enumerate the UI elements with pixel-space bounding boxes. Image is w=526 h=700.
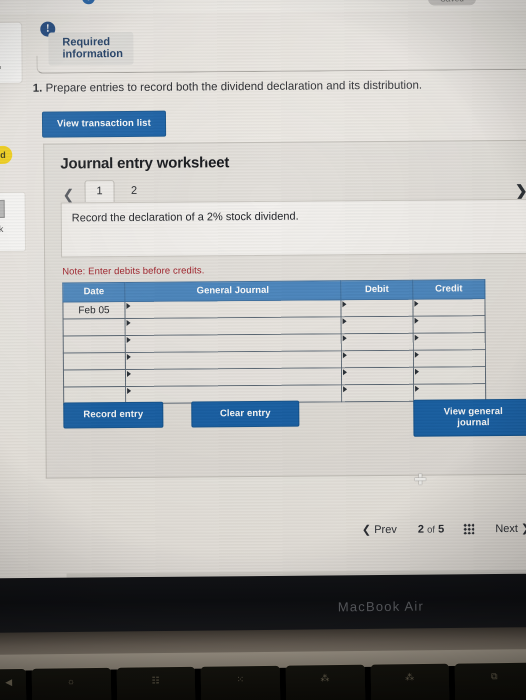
sidebar-card-top[interactable] bbox=[0, 21, 23, 85]
journal-entry-worksheet-panel: Journal entry worksheet ❮ ❯ 1 2 Record t… bbox=[43, 139, 526, 479]
cell-credit[interactable] bbox=[413, 332, 486, 351]
cell-date[interactable]: Feb 05 bbox=[62, 301, 126, 319]
sidebar-ebook-label: ok bbox=[0, 223, 4, 235]
cell-debit[interactable] bbox=[341, 316, 414, 334]
keyboard-brightness-up-icon: ⁂ bbox=[405, 672, 415, 683]
question-number: 1. bbox=[32, 82, 43, 95]
keyboard-brightness-down-icon: ⁂ bbox=[320, 673, 331, 684]
mission-control-key[interactable]: ☷ bbox=[116, 666, 196, 700]
back-key-glyph: ◀ bbox=[5, 677, 13, 688]
page-total: 5 bbox=[438, 522, 445, 536]
keyboard-brightness-down-key[interactable]: ⁂ bbox=[285, 664, 365, 700]
laptop-display: Homework i Saved ) ed ok ! Required info… bbox=[0, 0, 526, 580]
cell-debit[interactable] bbox=[341, 350, 414, 368]
cell-date[interactable] bbox=[63, 352, 126, 370]
worksheet-prev-chevron-icon[interactable]: ❮ bbox=[63, 186, 75, 203]
view-general-journal-button[interactable]: View general journal bbox=[413, 398, 526, 437]
cell-credit[interactable] bbox=[413, 315, 486, 334]
cell-general-journal[interactable] bbox=[124, 299, 342, 319]
sidebar-status-badge: ed bbox=[0, 145, 12, 165]
macbook-brand-label: MacBook Air bbox=[337, 598, 425, 615]
next-label: Next bbox=[495, 522, 518, 536]
brightness-up-key[interactable]: ☼ bbox=[31, 667, 111, 700]
cell-date[interactable] bbox=[63, 335, 126, 353]
main-content: ! Required information 1. Prepare entrie… bbox=[28, 10, 526, 580]
prev-label: Prev bbox=[374, 523, 397, 537]
media-previous-key[interactable]: ⧉ bbox=[455, 662, 526, 700]
cell-general-journal[interactable] bbox=[125, 316, 342, 336]
cell-debit[interactable] bbox=[341, 367, 414, 385]
left-sidebar-rail: ) ed ok bbox=[0, 14, 33, 580]
sidebar-dash bbox=[0, 65, 1, 70]
page-of-label: of bbox=[427, 524, 436, 536]
worksheet-title: Journal entry worksheet bbox=[60, 154, 230, 173]
chevron-left-icon: ❮ bbox=[361, 524, 372, 537]
page-current: 2 bbox=[417, 523, 425, 536]
cell-debit[interactable] bbox=[341, 333, 414, 351]
saved-status-badge: Saved bbox=[428, 0, 477, 6]
launchpad-icon: ⁙ bbox=[236, 674, 245, 685]
cell-credit[interactable] bbox=[412, 298, 486, 317]
homework-title: Homework bbox=[6, 0, 73, 1]
column-header-general-journal: General Journal bbox=[124, 280, 341, 302]
question-body: Prepare entries to record both the divid… bbox=[45, 79, 423, 95]
debits-before-credits-note: Note: Enter debits before credits. bbox=[62, 265, 205, 278]
media-previous-icon: ⧉ bbox=[491, 671, 499, 682]
page-counter: 2 of 5 bbox=[418, 523, 444, 535]
worksheet-tabstrip: 1 2 bbox=[84, 180, 149, 203]
info-circle-icon[interactable]: i bbox=[81, 0, 96, 5]
record-entry-button[interactable]: Record entry bbox=[63, 401, 164, 429]
keyboard-function-row: ◀ ☼ ☷ ⁙ ⁂ ⁂ ⧉ bbox=[0, 662, 526, 700]
mouse-crosshair-cursor bbox=[415, 474, 426, 485]
question-text: 1. Prepare entries to record both the di… bbox=[33, 78, 526, 97]
column-header-debit: Debit bbox=[340, 280, 413, 300]
cell-date[interactable] bbox=[63, 369, 126, 387]
next-button[interactable]: Next ❯ bbox=[495, 522, 526, 535]
cell-credit[interactable] bbox=[413, 366, 486, 385]
cell-credit[interactable] bbox=[413, 349, 486, 368]
worksheet-next-chevron-icon[interactable]: ❯ bbox=[515, 182, 526, 200]
view-transaction-list-button[interactable]: View transaction list bbox=[41, 110, 166, 138]
mission-control-icon: ☷ bbox=[151, 675, 161, 686]
clear-entry-button[interactable]: Clear entry bbox=[191, 400, 300, 428]
panel-divider bbox=[36, 51, 526, 74]
cell-date[interactable] bbox=[63, 318, 126, 336]
brightness-icon: ☼ bbox=[66, 676, 76, 687]
column-header-date: Date bbox=[62, 282, 125, 302]
keyboard-brightness-up-key[interactable]: ⁂ bbox=[370, 663, 450, 700]
worksheet-tab-1[interactable]: 1 bbox=[84, 180, 115, 203]
launchpad-key[interactable]: ⁙ bbox=[201, 665, 281, 700]
screen-speck bbox=[204, 159, 207, 162]
ebook-icon[interactable] bbox=[0, 199, 5, 218]
journal-entry-table: Date General Journal Debit Credit Feb 05 bbox=[62, 279, 487, 405]
worksheet-tab-2[interactable]: 2 bbox=[119, 181, 149, 202]
cell-general-journal[interactable] bbox=[125, 350, 342, 370]
worksheet-prompt-text: Record the declaration of a 2% stock div… bbox=[71, 210, 299, 225]
cell-general-journal[interactable] bbox=[125, 367, 342, 387]
photographed-laptop-screen: Homework i Saved ) ed ok ! Required info… bbox=[0, 0, 526, 700]
worksheet-action-bar: Record entry Clear entry View general jo… bbox=[63, 398, 526, 437]
worksheet-prompt-box: Record the declaration of a 2% stock div… bbox=[60, 198, 526, 258]
column-header-credit: Credit bbox=[412, 279, 485, 300]
back-key[interactable]: ◀ bbox=[0, 668, 27, 700]
cell-debit[interactable] bbox=[340, 299, 414, 317]
pagination-bar: ❮ Prev 2 of 5 Next ❯ bbox=[32, 522, 526, 539]
prev-button[interactable]: ❮ Prev bbox=[362, 523, 397, 536]
cell-general-journal[interactable] bbox=[125, 333, 342, 353]
grid-icon[interactable] bbox=[463, 523, 475, 535]
chevron-right-icon: ❯ bbox=[520, 522, 526, 535]
